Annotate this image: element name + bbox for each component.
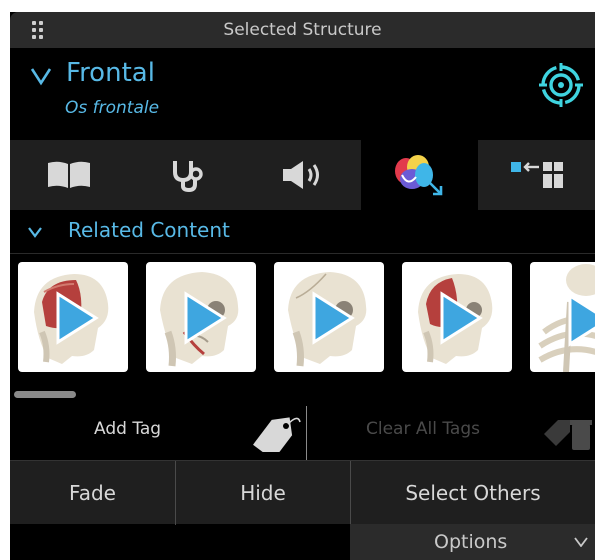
related-thumbnail[interactable] bbox=[18, 262, 128, 372]
options-dropdown[interactable]: Options bbox=[350, 524, 595, 560]
skull-muscle-image bbox=[418, 274, 493, 364]
drag-handle-icon[interactable] bbox=[32, 21, 46, 39]
skull-muscle-image bbox=[34, 274, 109, 364]
structure-name: Frontal bbox=[66, 58, 155, 88]
tab-pronunciation[interactable] bbox=[244, 140, 361, 210]
collapse-chevron-icon[interactable] bbox=[28, 226, 42, 238]
action-buttons: Fade Hide Select Others bbox=[10, 460, 595, 525]
tag-icon[interactable] bbox=[248, 412, 302, 452]
layout-arrow-icon bbox=[510, 162, 563, 188]
carousel-scrollbar[interactable] bbox=[14, 391, 76, 398]
book-icon bbox=[47, 161, 90, 188]
related-thumbnail[interactable] bbox=[402, 262, 512, 372]
clear-tags-icon[interactable] bbox=[542, 412, 594, 452]
tab-related-structures[interactable] bbox=[361, 140, 478, 210]
options-label: Options bbox=[434, 531, 508, 553]
related-thumbnail[interactable] bbox=[530, 262, 595, 372]
related-content-carousel[interactable] bbox=[10, 254, 595, 402]
skeleton-image bbox=[538, 264, 595, 372]
select-others-button[interactable]: Select Others bbox=[350, 461, 595, 525]
skull-image bbox=[288, 272, 367, 367]
divider bbox=[306, 406, 307, 464]
add-tag-button[interactable]: Add Tag bbox=[94, 419, 161, 439]
tag-row: Add Tag Clear All Tags bbox=[10, 402, 595, 464]
chevron-down-icon bbox=[574, 537, 588, 547]
skull-image bbox=[160, 272, 239, 367]
tab-clinical[interactable] bbox=[127, 140, 244, 210]
related-content-header[interactable]: Related Content bbox=[10, 210, 595, 254]
clear-all-tags-button[interactable]: Clear All Tags bbox=[366, 419, 480, 439]
content-tabs bbox=[10, 140, 595, 210]
speaker-icon bbox=[282, 161, 319, 189]
related-thumbnail[interactable] bbox=[146, 262, 256, 372]
tab-book[interactable] bbox=[10, 140, 127, 210]
related-content-label: Related Content bbox=[68, 218, 230, 242]
collapse-chevron-icon[interactable] bbox=[30, 66, 52, 86]
stethoscope-icon bbox=[172, 161, 203, 192]
selected-structure-panel: Selected Structure Frontal Os frontale R… bbox=[10, 12, 595, 560]
window-title: Selected Structure bbox=[223, 20, 382, 40]
related-structures-icon bbox=[394, 155, 442, 196]
structure-header: Frontal Os frontale bbox=[10, 48, 595, 140]
locate-target-icon[interactable] bbox=[538, 62, 584, 108]
title-bar[interactable]: Selected Structure bbox=[10, 12, 595, 48]
tab-layout[interactable] bbox=[478, 140, 595, 210]
fade-button[interactable]: Fade bbox=[10, 461, 175, 525]
related-thumbnail[interactable] bbox=[274, 262, 384, 372]
hide-button[interactable]: Hide bbox=[175, 461, 350, 525]
structure-latin-name: Os frontale bbox=[65, 98, 160, 118]
